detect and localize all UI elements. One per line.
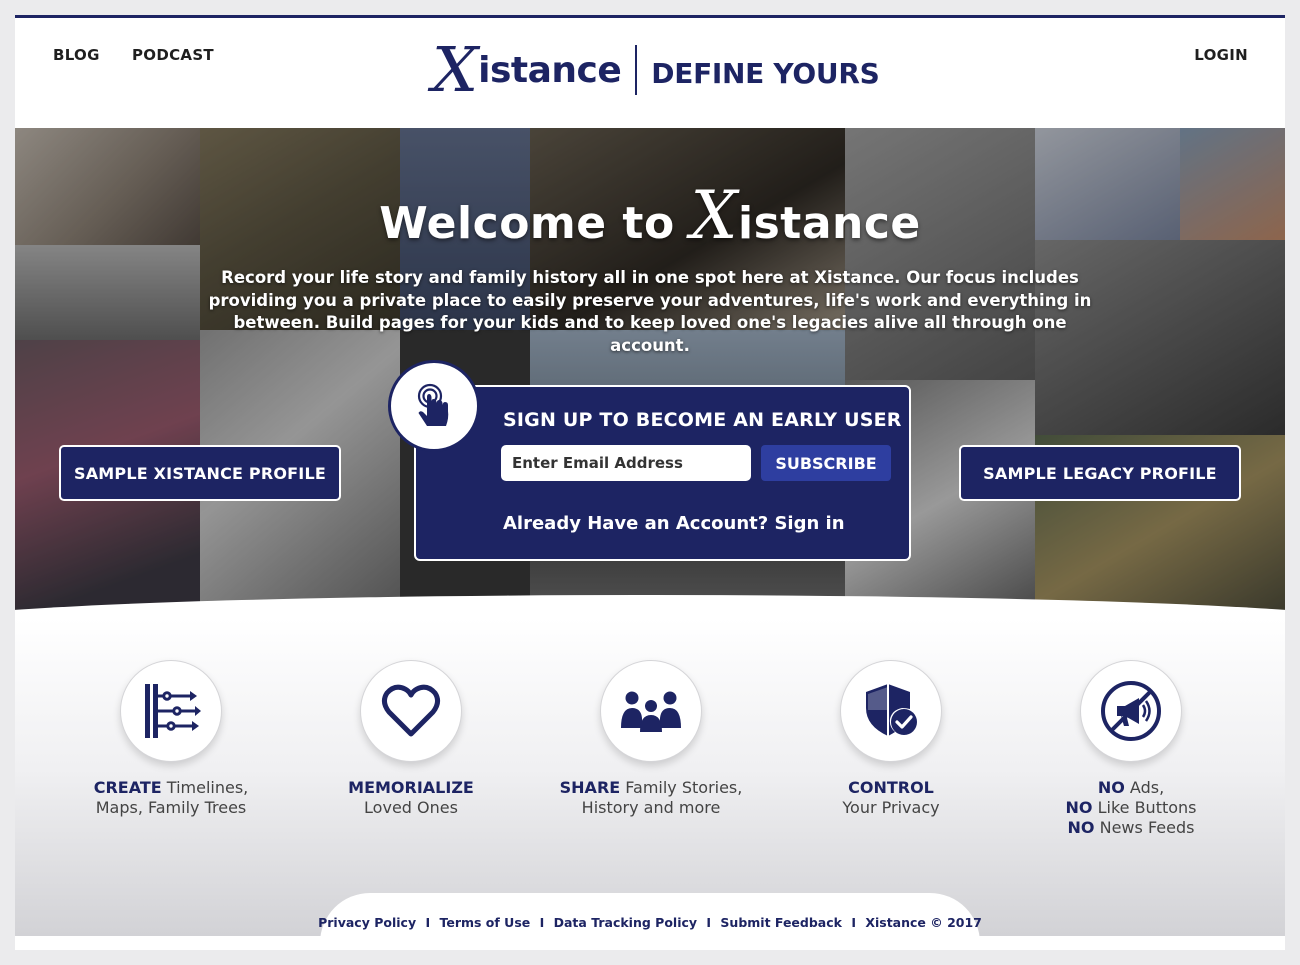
welcome-heading: Welcome to Xistance (15, 177, 1285, 254)
sign-in-link[interactable]: Already Have an Account? Sign in (503, 513, 845, 534)
welcome-logo-word: istance (738, 198, 921, 249)
privacy-policy-link[interactable]: Privacy Policy (318, 915, 416, 930)
feature-no-ads-rest: Ads, (1124, 778, 1165, 797)
sample-xistance-profile-button[interactable]: SAMPLE XISTANCE PROFILE (59, 445, 341, 501)
feature-no-like-bold: NO (1065, 798, 1093, 817)
feature-no-like-rest: Like Buttons (1092, 798, 1197, 817)
feature-no-ads-text: NO Ads, NO Like Buttons NO News Feeds (1011, 778, 1251, 838)
email-input[interactable] (501, 445, 751, 481)
sample-legacy-profile-button[interactable]: SAMPLE LEGACY PROFILE (959, 445, 1241, 501)
site-header: BLOG PODCAST LOGIN X istance DEFINE YOUR… (15, 18, 1285, 128)
nav-podcast-link[interactable]: PODCAST (132, 46, 214, 64)
footer-separator: I (539, 915, 545, 930)
logo-divider (635, 45, 638, 95)
footer-separator: I (851, 915, 856, 930)
logo-x: X (431, 33, 479, 106)
feature-memorialize-bold: MEMORIALIZE (348, 778, 474, 797)
feature-control-bold: CONTROL (848, 778, 934, 797)
no-megaphone-icon (1080, 660, 1182, 762)
site-logo[interactable]: X istance DEFINE YOURS (431, 33, 880, 106)
logo-tagline: DEFINE YOURS (651, 56, 880, 90)
feature-control-text: CONTROL Your Privacy (771, 778, 1011, 818)
feature-create-bold: CREATE (93, 778, 162, 797)
feature-no-ads-bold: NO (1097, 778, 1125, 797)
family-icon (600, 660, 702, 762)
footer-separator: I (425, 915, 431, 930)
feature-share-text: SHARE Family Stories, History and more (531, 778, 771, 818)
feature-share-line2: History and more (581, 798, 721, 817)
nav-login-link[interactable]: LOGIN (1194, 46, 1248, 64)
intro-text: Record your life story and family histor… (208, 268, 1092, 355)
feature-control: CONTROL Your Privacy (771, 660, 1011, 818)
welcome-prefix: Welcome to (379, 198, 675, 249)
feature-share-rest: Family Stories, (620, 778, 743, 797)
page-frame: Welcome to Xistance Record your life sto… (15, 15, 1285, 950)
feature-create-text: CREATE Timelines, Maps, Family Trees (51, 778, 291, 818)
feature-memorialize-line2: Loved Ones (364, 798, 458, 817)
data-tracking-policy-link[interactable]: Data Tracking Policy (554, 915, 697, 930)
feature-memorialize-text: MEMORIALIZE Loved Ones (291, 778, 531, 818)
feature-create: CREATE Timelines, Maps, Family Trees (51, 660, 291, 818)
feature-share-bold: SHARE (559, 778, 621, 797)
hand-pointer-icon (388, 360, 480, 452)
feature-control-line2: Your Privacy (842, 798, 940, 817)
terms-of-use-link[interactable]: Terms of Use (439, 915, 530, 930)
footer-links: Privacy Policy I Terms of Use I Data Tra… (15, 915, 1285, 930)
submit-feedback-link[interactable]: Submit Feedback (720, 915, 842, 930)
footer-separator: I (706, 915, 712, 930)
signup-title: SIGN UP TO BECOME AN EARLY USER (503, 409, 902, 431)
hero-section: Welcome to Xistance Record your life sto… (15, 95, 1285, 625)
feature-create-rest: Timelines, (161, 778, 249, 797)
feature-no-news-bold: NO (1067, 818, 1095, 837)
welcome-logo-x: X (690, 177, 739, 254)
feature-no-ads: NO Ads, NO Like Buttons NO News Feeds (1011, 660, 1251, 838)
feature-memorialize: MEMORIALIZE Loved Ones (291, 660, 531, 818)
nav-blog-link[interactable]: BLOG (53, 46, 100, 64)
subscribe-button[interactable]: SUBSCRIBE (761, 445, 891, 481)
shield-check-icon (840, 660, 942, 762)
footer-strip (15, 936, 1285, 950)
feature-share: SHARE Family Stories, History and more (531, 660, 771, 818)
heart-icon (360, 660, 462, 762)
feature-create-line2: Maps, Family Trees (95, 798, 247, 817)
signup-box: SIGN UP TO BECOME AN EARLY USER SUBSCRIB… (414, 385, 911, 561)
copyright-text: Xistance © 2017 (865, 915, 982, 930)
logo-word: istance (478, 49, 622, 91)
timeline-icon (120, 660, 222, 762)
feature-no-news-rest: News Feeds (1094, 818, 1195, 837)
